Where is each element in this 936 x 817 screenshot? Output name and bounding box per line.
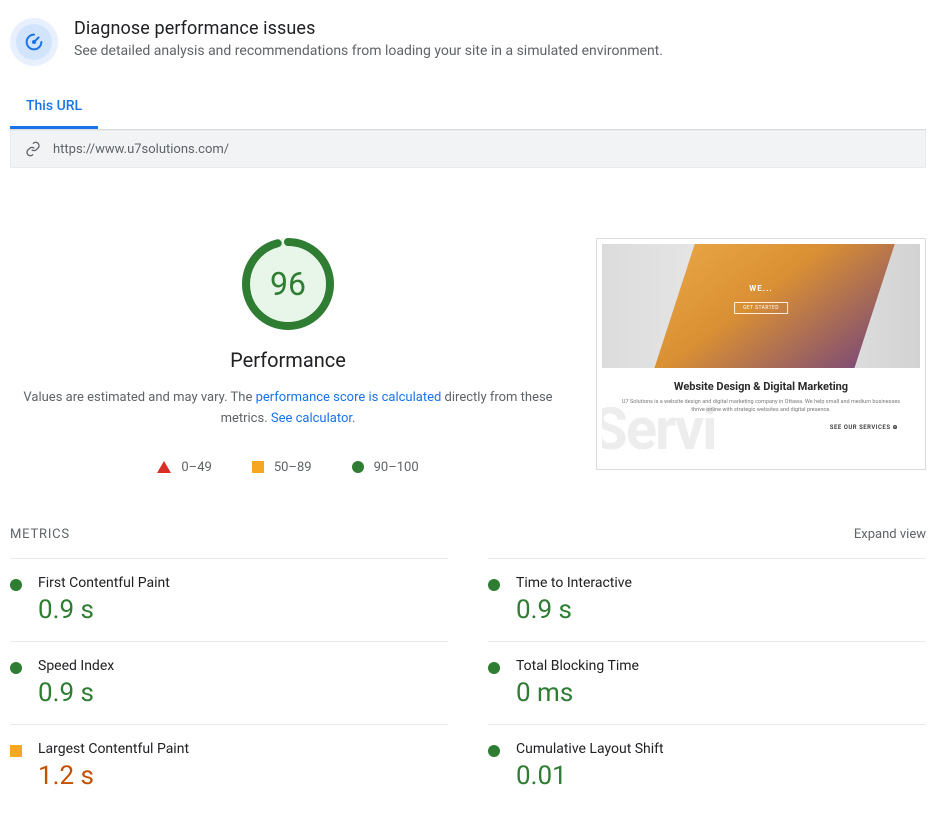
preview-headline: Website Design & Digital Marketing bbox=[620, 380, 902, 393]
metrics-title: METRICS bbox=[10, 527, 70, 542]
preview-body: U7 Solutions is a website design and dig… bbox=[620, 399, 902, 414]
page-subtitle: See detailed analysis and recommendation… bbox=[74, 43, 663, 59]
link-see-calculator[interactable]: See calculator bbox=[271, 411, 352, 426]
tab-this-url[interactable]: This URL bbox=[10, 86, 98, 129]
score-label: Performance bbox=[10, 348, 566, 372]
preview-hero-text: WE... bbox=[602, 284, 920, 293]
preview-hero-button: GET STARTED bbox=[734, 302, 788, 314]
page-header: Diagnose performance issues See detailed… bbox=[10, 10, 926, 86]
speedometer-icon bbox=[10, 18, 58, 66]
link-how-calculated[interactable]: performance score is calculated bbox=[256, 390, 442, 405]
legend-pass: 90–100 bbox=[352, 460, 419, 475]
legend-average: 50–89 bbox=[252, 460, 312, 475]
legend-fail: 0–49 bbox=[157, 460, 211, 475]
score-section: 96 Performance Values are estimated and … bbox=[10, 238, 566, 475]
metric-label: Cumulative Layout Shift bbox=[516, 741, 664, 757]
square-icon bbox=[252, 461, 264, 473]
url-bar: https://www.u7solutions.com/ bbox=[10, 130, 926, 168]
tabs: This URL bbox=[10, 86, 926, 130]
metric-value: 0.01 bbox=[516, 761, 664, 791]
metric-value: 0.9 s bbox=[516, 595, 632, 625]
circle-icon bbox=[10, 579, 22, 591]
metric-value: 0.9 s bbox=[38, 595, 170, 625]
metrics-header: METRICS Expand view bbox=[10, 527, 926, 542]
tested-url: https://www.u7solutions.com/ bbox=[53, 142, 229, 157]
circle-icon bbox=[488, 579, 500, 591]
metric-value: 1.2 s bbox=[38, 761, 189, 791]
metric-value: 0.9 s bbox=[38, 678, 114, 708]
triangle-icon bbox=[157, 461, 171, 473]
circle-icon bbox=[352, 461, 364, 473]
score-description: Values are estimated and may vary. The p… bbox=[10, 388, 566, 430]
link-icon bbox=[25, 141, 41, 157]
metric-row: Cumulative Layout Shift 0.01 bbox=[488, 724, 926, 807]
metric-row: Largest Contentful Paint 1.2 s bbox=[10, 724, 448, 807]
metric-row: Total Blocking Time 0 ms bbox=[488, 641, 926, 724]
metric-label: Total Blocking Time bbox=[516, 658, 639, 674]
metric-row: Time to Interactive 0.9 s bbox=[488, 558, 926, 641]
circle-icon bbox=[488, 662, 500, 674]
metric-label: First Contentful Paint bbox=[38, 575, 170, 591]
metric-value: 0 ms bbox=[516, 678, 639, 708]
metric-label: Speed Index bbox=[38, 658, 114, 674]
metric-row: First Contentful Paint 0.9 s bbox=[10, 558, 448, 641]
metric-label: Largest Contentful Paint bbox=[38, 741, 189, 757]
metric-label: Time to Interactive bbox=[516, 575, 632, 591]
circle-icon bbox=[10, 662, 22, 674]
summary-section: 96 Performance Values are estimated and … bbox=[10, 238, 926, 475]
expand-view-toggle[interactable]: Expand view bbox=[854, 527, 926, 542]
preview-cta: SEE OUR SERVICES ⊕ bbox=[620, 424, 902, 431]
page-title: Diagnose performance issues bbox=[74, 18, 663, 39]
metric-row: Speed Index 0.9 s bbox=[10, 641, 448, 724]
score-legend: 0–49 50–89 90–100 bbox=[10, 460, 566, 475]
circle-icon bbox=[488, 745, 500, 757]
square-icon bbox=[10, 745, 22, 757]
score-value: 96 bbox=[270, 265, 306, 303]
screenshot-preview: WE... GET STARTED Servi Website Design &… bbox=[596, 238, 926, 470]
score-gauge: 96 bbox=[242, 238, 334, 330]
metrics-grid: First Contentful Paint0.9 sTime to Inter… bbox=[10, 558, 926, 807]
